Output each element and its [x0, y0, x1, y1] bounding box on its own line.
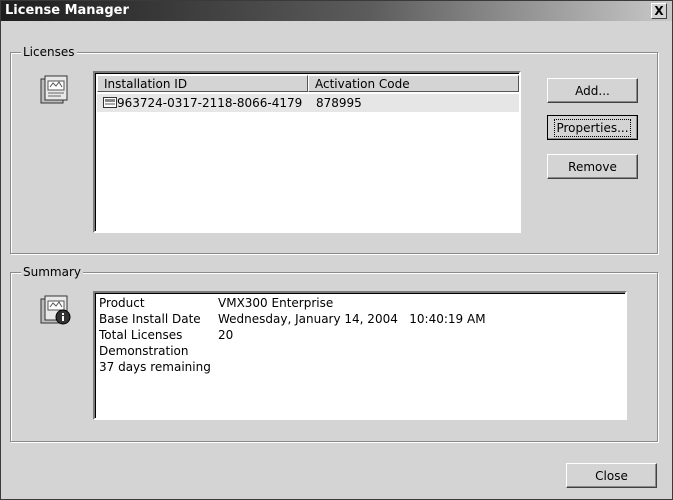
add-button[interactable]: Add...: [547, 78, 638, 103]
summary-value-product: VMX300 Enterprise: [218, 296, 334, 310]
properties-button[interactable]: Properties...: [547, 115, 638, 140]
summary-value-total-licenses: 20: [218, 328, 234, 342]
remove-button[interactable]: Remove: [547, 154, 638, 179]
column-header-installation-id[interactable]: Installation ID: [97, 75, 308, 92]
remove-button-label: Remove: [568, 159, 617, 174]
summary-group-label: Summary: [21, 265, 83, 279]
column-header-activation-code[interactable]: Activation Code: [308, 75, 519, 92]
summary-panel: Product VMX300 Enterprise Base Install D…: [93, 291, 627, 420]
summary-group: Summary Product VMX300 Enterprise Base I…: [10, 265, 658, 442]
licenses-list[interactable]: Installation ID Activation Code 963724-0…: [93, 71, 521, 233]
licenses-group-label: Licenses: [21, 45, 77, 59]
title-bar[interactable]: License Manager X: [1, 1, 672, 21]
installation-id-cell: 963724-0317-2118-8066-4179: [117, 96, 303, 110]
window-title: License Manager: [5, 3, 129, 18]
license-row[interactable]: 963724-0317-2118-8066-4179 878995: [97, 94, 519, 112]
add-button-label: Add...: [575, 83, 610, 98]
license-document-icon: [40, 75, 68, 104]
close-button[interactable]: Close: [566, 463, 657, 488]
license-manager-window: License Manager X Licenses Installation …: [0, 0, 673, 500]
licenses-group: Licenses Installation ID Activation Code…: [10, 45, 658, 254]
license-info-icon: [40, 295, 71, 325]
summary-note-days-remaining: 37 days remaining: [99, 360, 211, 374]
activation-code-cell: 878995: [316, 96, 362, 110]
close-button-label: Close: [595, 468, 628, 483]
summary-label-install-date: Base Install Date: [99, 312, 201, 326]
close-window-button[interactable]: X: [651, 3, 667, 19]
summary-value-install-date: Wednesday, January 14, 2004 10:40:19 AM: [218, 312, 486, 326]
summary-label-total-licenses: Total Licenses: [99, 328, 183, 342]
properties-button-label: Properties...: [554, 118, 631, 137]
summary-note-demonstration: Demonstration: [99, 344, 189, 358]
license-row-icon: [103, 97, 117, 108]
summary-label-product: Product: [99, 296, 145, 310]
